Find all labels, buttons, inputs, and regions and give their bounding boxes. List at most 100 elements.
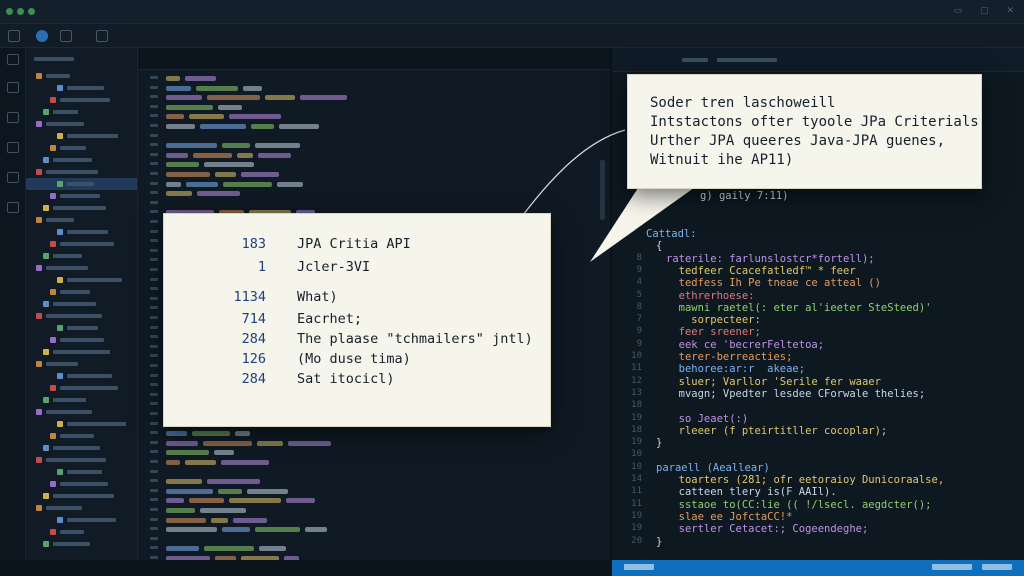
save-icon[interactable] (60, 30, 72, 42)
file-explorer (26, 48, 138, 576)
code-token (166, 114, 184, 120)
line-number (150, 104, 158, 108)
tree-item[interactable] (26, 454, 137, 466)
tree-item[interactable] (26, 370, 137, 382)
line-number: 13 (631, 387, 642, 398)
tree-item[interactable] (26, 466, 137, 478)
debug-icon[interactable] (7, 142, 19, 153)
tree-item[interactable] (26, 346, 137, 358)
tree-item[interactable] (26, 514, 137, 526)
line-number (150, 450, 158, 454)
code-token (166, 104, 213, 110)
file-icon (36, 73, 42, 79)
window-dot-icon[interactable] (17, 8, 24, 15)
card-row-text: Eacrhet; (297, 311, 363, 327)
tree-item[interactable] (26, 142, 137, 154)
tree-item[interactable] (26, 190, 137, 202)
extensions-icon[interactable] (7, 172, 19, 183)
tree-item[interactable] (26, 430, 137, 442)
line-number (150, 373, 158, 377)
tree-item[interactable] (26, 238, 137, 250)
code-token (300, 95, 347, 101)
source-control-icon[interactable] (7, 112, 19, 123)
line-number (150, 488, 158, 492)
code-token (166, 498, 184, 504)
tree-item[interactable] (26, 334, 137, 346)
tree-item[interactable] (26, 418, 137, 430)
tree-item[interactable] (26, 358, 137, 370)
window-dot-icon[interactable] (28, 8, 35, 15)
line-number (150, 239, 158, 243)
tree-item-label (60, 482, 108, 486)
tree-item[interactable] (26, 382, 137, 394)
tree-item[interactable] (26, 502, 137, 514)
code-line: sorpecteer: (666, 314, 761, 327)
clipboard-icon[interactable] (96, 30, 108, 42)
maximize-icon[interactable]: ▢ (980, 6, 989, 16)
tree-item[interactable] (26, 166, 137, 178)
tree-item[interactable] (26, 490, 137, 502)
code-token (189, 498, 224, 504)
editor-scrollbar[interactable] (600, 160, 605, 220)
tree-item[interactable] (26, 298, 137, 310)
tree-item[interactable] (26, 82, 137, 94)
breadcrumb[interactable] (682, 55, 777, 64)
explorer-icon[interactable] (7, 54, 19, 65)
new-file-icon[interactable] (8, 30, 20, 42)
tree-item[interactable] (26, 154, 137, 166)
code-token (229, 114, 281, 120)
code-token (279, 124, 319, 129)
file-icon (36, 361, 42, 367)
callout-card: 183 JPA Critia API 1 Jcler-3VI 1134 What) 714 E… (163, 213, 551, 427)
tree-item[interactable] (26, 106, 137, 118)
line-number (150, 306, 158, 310)
file-icon (50, 481, 56, 487)
tree-item[interactable] (26, 70, 137, 82)
tree-item-label (67, 278, 122, 282)
tree-item[interactable] (26, 478, 137, 490)
globe-icon[interactable] (36, 30, 48, 42)
tree-item[interactable] (26, 406, 137, 418)
line-number (150, 364, 158, 367)
line-number: 8 (636, 252, 642, 263)
code-token (286, 498, 315, 504)
tree-item-label (46, 122, 84, 126)
minimize-icon[interactable]: ▭ (953, 6, 962, 16)
tree-item[interactable] (26, 442, 137, 454)
tree-item[interactable] (26, 322, 137, 334)
tree-item[interactable] (26, 526, 137, 538)
code-token (200, 124, 246, 129)
file-icon (57, 325, 63, 331)
code-token (200, 508, 246, 513)
tree-item[interactable] (26, 394, 137, 406)
tree-item[interactable] (26, 274, 137, 286)
tree-item[interactable] (26, 250, 137, 262)
close-icon[interactable]: ✕ (1006, 6, 1014, 16)
status-item[interactable] (624, 564, 654, 570)
tree-item[interactable] (26, 538, 137, 550)
tree-item[interactable] (26, 226, 137, 238)
line-number: 12 (631, 375, 642, 386)
tree-item[interactable] (26, 130, 137, 142)
search-icon[interactable] (7, 82, 19, 93)
tree-item[interactable] (26, 262, 137, 274)
tree-item[interactable] (26, 286, 137, 298)
settings-icon[interactable] (7, 202, 19, 213)
tree-item[interactable] (26, 202, 137, 214)
status-item[interactable] (982, 564, 1012, 570)
window-controls: ▭ ▢ ✕ (953, 6, 1014, 16)
file-icon (50, 337, 56, 343)
code-line: feer sreener; (666, 326, 761, 339)
tree-item-label (60, 146, 86, 150)
tree-item[interactable] (26, 214, 137, 226)
line-number: 14 (631, 474, 642, 484)
tree-item[interactable] (26, 310, 137, 322)
tree-item[interactable] (26, 178, 137, 190)
code-token (204, 162, 254, 168)
tree-item-label (60, 434, 94, 438)
tree-item[interactable] (26, 94, 137, 106)
line-number: 11 (631, 486, 642, 497)
tree-item[interactable] (26, 118, 137, 130)
status-item[interactable] (932, 564, 972, 570)
window-dot-icon[interactable] (6, 8, 13, 15)
